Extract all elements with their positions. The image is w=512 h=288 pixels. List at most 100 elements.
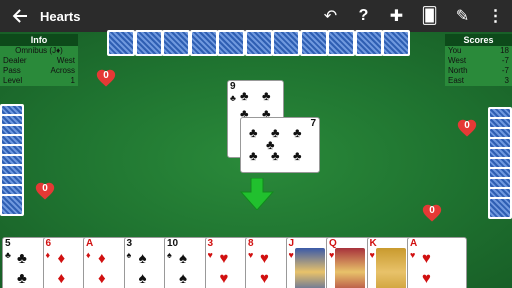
card-pip: ♣ — [293, 125, 302, 140]
score-name: East — [448, 76, 465, 85]
card-rank: 8 — [248, 238, 254, 249]
card-pip: ♦ — [57, 250, 66, 267]
arrow-left-icon — [12, 9, 27, 23]
card-suit: ♣ — [5, 250, 11, 260]
score-value: 18 — [500, 46, 509, 55]
back-button[interactable] — [0, 0, 40, 32]
cards-button[interactable]: 🂠 — [413, 0, 446, 32]
info-row: Level 1 — [0, 76, 78, 86]
info-header: Info — [0, 34, 78, 46]
card-suit: ♣ — [230, 93, 236, 103]
scoresheet-icon: ✎ — [455, 8, 470, 25]
undo-icon: ↶ — [323, 8, 338, 25]
card-back — [354, 30, 383, 56]
game-options-button[interactable]: ✚ — [380, 0, 413, 32]
action-bar: ↶ ? ✚ 🂠 ✎ ⋮ — [314, 0, 512, 32]
more-vert-icon: ⋮ — [487, 8, 504, 25]
more-button[interactable]: ⋮ — [479, 0, 512, 32]
info-row: Pass Across — [0, 66, 78, 76]
gamepad-icon: ✚ — [389, 8, 404, 25]
info-label: Level — [3, 76, 23, 85]
arrow-down-icon — [239, 177, 275, 211]
card-back — [107, 30, 135, 56]
west-hearts-badge: 0 — [34, 180, 56, 202]
trick-card-east: 7 ♣ ♣ ♣ ♣ ♣ ♣ ♣ — [240, 117, 320, 173]
card-rank: 9 — [230, 81, 236, 92]
score-name: West — [448, 56, 467, 65]
card-suit: ♥ — [369, 250, 375, 260]
card-back — [134, 30, 163, 56]
card-pip: ♥ — [260, 250, 269, 267]
score-row: You 18 — [445, 46, 512, 56]
card-pip: ♥ — [219, 250, 229, 267]
turn-indicator-arrow — [239, 177, 275, 211]
face-card-portrait — [294, 248, 325, 288]
card-back — [0, 194, 24, 216]
card-pip: ♦ — [98, 250, 106, 267]
scoresheet-button[interactable]: ✎ — [446, 0, 479, 32]
card-pip: ♣ — [240, 88, 249, 103]
north-hearts-badge: 0 — [95, 67, 117, 89]
card-rank: K — [369, 238, 377, 249]
card-rank: 5 — [5, 238, 11, 249]
card-suit: ♥ — [207, 250, 213, 260]
card-rank: 10 — [167, 238, 179, 249]
card-rank: 7 — [310, 118, 316, 129]
undo-button[interactable]: ↶ — [314, 0, 347, 32]
help-button[interactable]: ? — [347, 0, 380, 32]
card-pip: ♠ — [138, 270, 147, 287]
card-back — [327, 30, 355, 56]
card-pip: ♥ — [422, 250, 431, 267]
info-row: Dealer West — [0, 56, 78, 66]
card-pip: ♣ — [17, 270, 27, 287]
east-hearts-count: 0 — [464, 120, 470, 131]
score-row: West -7 — [445, 56, 512, 66]
info-value: 1 — [70, 76, 75, 85]
card-pip: ♣ — [249, 125, 258, 140]
card-pip: ♠ — [179, 270, 187, 287]
card-pip: ♦ — [57, 270, 66, 287]
card-pip: ♣ — [249, 148, 258, 163]
app-bar: Hearts ↶ ? ✚ 🂠 ✎ ⋮ — [0, 0, 512, 32]
card-suit: ♥ — [248, 250, 254, 260]
card-rank: A — [410, 238, 418, 249]
score-name: You — [448, 46, 462, 55]
face-card-portrait — [335, 248, 365, 288]
info-label: Pass — [3, 66, 21, 75]
cards-icon: 🂠 — [421, 8, 438, 25]
card-back — [189, 30, 218, 56]
score-value: 3 — [504, 76, 509, 85]
score-row: East 3 — [445, 76, 512, 86]
card-back — [488, 197, 512, 219]
help-icon: ? — [358, 7, 369, 24]
card-back — [272, 30, 300, 56]
card-suit: ♠ — [167, 250, 172, 260]
hand-card[interactable]: A ♥ ♥ ♥ — [407, 237, 467, 288]
card-pip: ♣ — [262, 88, 271, 103]
card-suit: ♠ — [126, 250, 132, 260]
card-rank: 3 — [207, 238, 214, 249]
score-value: -7 — [501, 56, 509, 65]
card-pip: ♣ — [293, 148, 302, 163]
card-suit: ♥ — [410, 250, 416, 260]
info-value: Across — [50, 66, 75, 75]
score-row: North -7 — [445, 66, 512, 76]
card-rank: 6 — [45, 238, 52, 249]
card-pip: ♥ — [219, 270, 229, 287]
your-hearts-badge: 0 — [421, 202, 443, 224]
info-player: Omnibus (J♦) — [0, 46, 78, 56]
east-hearts-badge: 0 — [456, 117, 478, 139]
your-hearts-count: 0 — [429, 205, 435, 216]
card-suit: ♥ — [329, 250, 335, 260]
card-pip: ♣ — [271, 125, 280, 140]
scores-header: Scores — [445, 34, 512, 46]
info-value: West — [56, 56, 75, 65]
card-pip: ♣ — [271, 148, 280, 163]
card-suit: ♦ — [45, 250, 51, 260]
card-pip: ♣ — [17, 250, 27, 267]
card-rank: 3 — [126, 238, 133, 249]
card-suit: ♥ — [288, 250, 294, 260]
score-value: -7 — [501, 66, 509, 75]
card-pip: ♠ — [138, 250, 147, 267]
score-name: North — [448, 66, 468, 75]
